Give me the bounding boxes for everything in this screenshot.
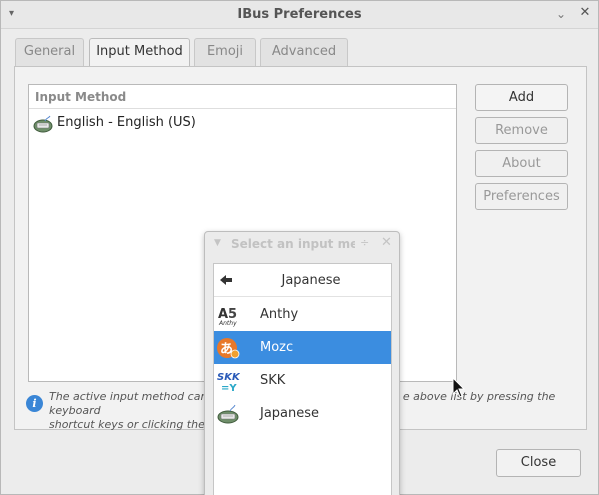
- list-item-label: Mozc: [260, 340, 294, 355]
- dialog-title-bar[interactable]: ▼ Select an input meth ÷ ✕: [205, 232, 399, 256]
- add-button[interactable]: Add: [475, 84, 568, 111]
- svg-text:SKK: SKK: [217, 372, 240, 383]
- list-item-anthy[interactable]: A 5 Anthy Anthy: [214, 298, 391, 331]
- info-icon: i: [26, 395, 43, 412]
- dialog-close-icon[interactable]: ✕: [381, 235, 392, 250]
- language-label: Japanese: [281, 273, 341, 288]
- resize-icon[interactable]: ÷: [360, 236, 369, 249]
- back-row[interactable]: Japanese: [214, 264, 391, 297]
- anthy-icon: A 5 Anthy: [217, 304, 239, 327]
- mouse-pointer-icon: [452, 377, 466, 398]
- close-icon[interactable]: ✕: [578, 6, 592, 20]
- tab-advanced[interactable]: Advanced: [260, 38, 348, 66]
- keyboard-icon: [217, 404, 239, 424]
- list-item-skk[interactable]: SKK =Y SKK: [214, 364, 391, 397]
- select-input-method-dialog: ▼ Select an input meth ÷ ✕ Japanese A 5 …: [204, 231, 400, 495]
- tab-general[interactable]: General: [15, 38, 84, 66]
- list-header[interactable]: Input Method: [29, 85, 456, 109]
- remove-button[interactable]: Remove: [475, 117, 568, 144]
- tab-input-method[interactable]: Input Method: [89, 38, 190, 68]
- language-method-list[interactable]: Japanese A 5 Anthy Anthy あ Mozc SKK =Y S…: [213, 263, 392, 495]
- svg-text:Anthy: Anthy: [218, 320, 237, 327]
- list-item-label: English - English (US): [57, 115, 196, 130]
- title-bar[interactable]: ▾ IBus Preferences ⌄ ✕: [1, 1, 598, 29]
- keyboard-icon: [33, 115, 53, 133]
- minimize-icon[interactable]: ⌄: [554, 7, 568, 21]
- list-item-mozc[interactable]: あ Mozc: [214, 331, 391, 364]
- tab-emoji[interactable]: Emoji: [194, 38, 256, 66]
- skk-icon: SKK =Y: [217, 372, 240, 393]
- dialog-menu-icon[interactable]: ▼: [214, 238, 221, 248]
- list-item-label: Japanese: [260, 406, 320, 421]
- window-title: IBus Preferences: [237, 7, 362, 22]
- close-button[interactable]: Close: [496, 449, 581, 477]
- list-item-label: Anthy: [260, 307, 299, 322]
- list-item-japanese[interactable]: Japanese: [214, 397, 391, 430]
- mozc-icon: あ: [217, 338, 240, 359]
- preferences-button[interactable]: Preferences: [475, 183, 568, 210]
- list-item-label: SKK: [260, 373, 286, 388]
- about-button[interactable]: About: [475, 150, 568, 177]
- svg-text:=Y: =Y: [221, 383, 237, 393]
- dialog-title: Select an input meth: [231, 237, 355, 251]
- list-item[interactable]: English - English (US): [29, 111, 456, 135]
